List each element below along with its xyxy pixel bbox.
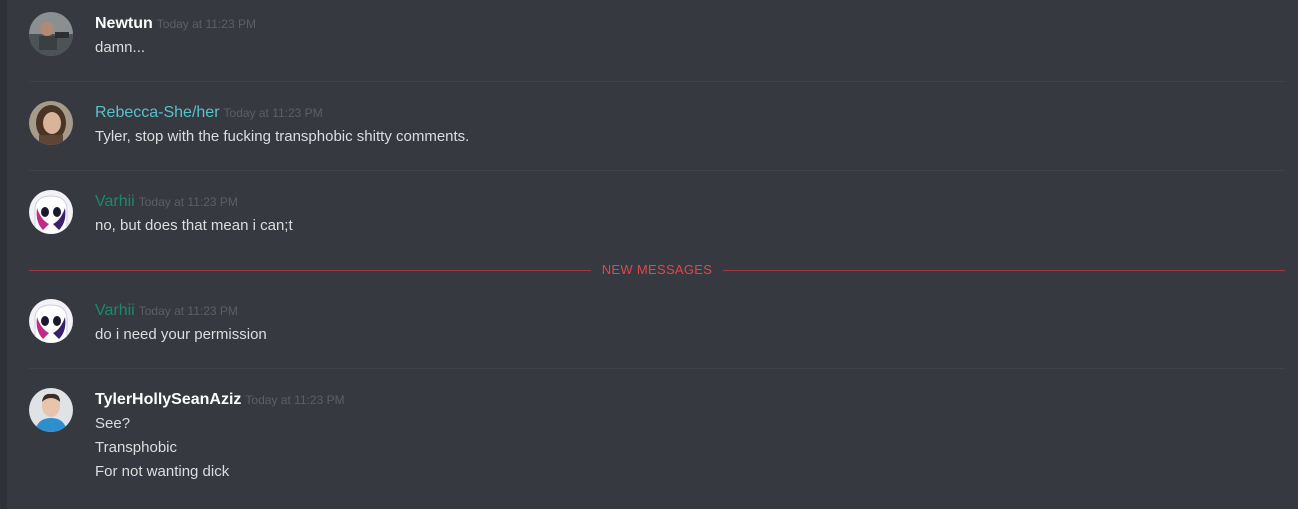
username[interactable]: Rebecca-She/her: [95, 104, 220, 121]
username[interactable]: Varhii: [95, 193, 135, 210]
avatar-image: [29, 12, 73, 56]
avatar[interactable]: [29, 388, 73, 432]
left-edge: [0, 0, 7, 509]
message-content: See? Transphobic For not wanting dick: [95, 412, 229, 484]
username[interactable]: Varhii: [95, 302, 135, 319]
message-header: TylerHollySeanAziz Today at 11:23 PM: [95, 390, 345, 410]
message-text: Tyler, stop with the fucking transphobic…: [95, 128, 470, 145]
message-text: See?: [95, 415, 131, 432]
avatar[interactable]: [29, 190, 73, 234]
message-text: do i need your permission: [95, 326, 267, 343]
message-divider: [29, 368, 1285, 369]
message-text: For not wanting dick: [95, 463, 230, 480]
avatar-image: [29, 101, 73, 145]
new-messages-divider: NEW MESSAGES: [29, 260, 1285, 280]
message-divider: [29, 170, 1285, 171]
message-header: Varhii Today at 11:23 PM: [95, 192, 238, 212]
chat-messages: Newtun Today at 11:23 PM damn... Rebecca-…: [7, 0, 1298, 509]
timestamp: Today at 11:23 PM: [138, 195, 238, 209]
avatar-image: [29, 388, 73, 432]
new-messages-label: NEW MESSAGES: [601, 262, 713, 277]
avatar-image: [29, 190, 73, 234]
new-messages-rule-left: [29, 270, 591, 271]
new-messages-rule-right: [723, 270, 1285, 271]
username[interactable]: TylerHollySeanAziz: [95, 391, 241, 408]
avatar[interactable]: [29, 12, 73, 56]
avatar[interactable]: [29, 101, 73, 145]
timestamp: Today at 11:23 PM: [223, 106, 323, 120]
message-header: Newtun Today at 11:23 PM: [95, 14, 256, 34]
timestamp: Today at 11:23 PM: [138, 304, 238, 318]
message-text: no, but does that mean i can;t: [95, 217, 293, 234]
message-divider: [29, 81, 1285, 82]
message-content: damn...: [95, 36, 145, 60]
avatar[interactable]: [29, 299, 73, 343]
message-content: no, but does that mean i can;t: [95, 214, 293, 238]
message-content: Tyler, stop with the fucking transphobic…: [95, 125, 469, 149]
username[interactable]: Newtun: [95, 15, 153, 32]
timestamp: Today at 11:23 PM: [245, 393, 345, 407]
message-text: Transphobic: [95, 439, 177, 456]
message-text: damn...: [95, 39, 146, 56]
message-header: Varhii Today at 11:23 PM: [95, 301, 238, 321]
timestamp: Today at 11:23 PM: [156, 17, 256, 31]
avatar-image: [29, 299, 73, 343]
message-header: Rebecca-She/her Today at 11:23 PM: [95, 103, 323, 123]
message-content: do i need your permission: [95, 323, 267, 347]
